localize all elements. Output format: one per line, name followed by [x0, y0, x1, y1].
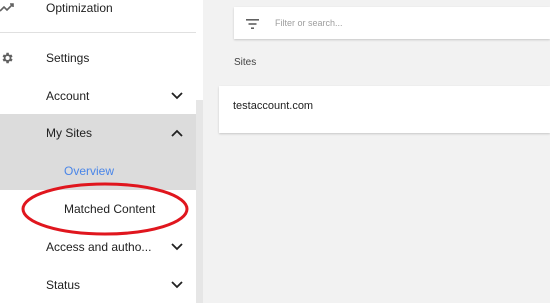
- sidebar-item-account[interactable]: Account: [0, 86, 196, 106]
- sidebar-item-label: My Sites: [46, 126, 93, 140]
- sidebar-item-my-sites[interactable]: My Sites: [0, 114, 196, 152]
- main-content: Sites testaccount.com: [203, 0, 550, 303]
- sidebar-item-label: Status: [46, 278, 81, 292]
- site-name: testaccount.com: [233, 100, 314, 112]
- gear-icon: [0, 51, 14, 65]
- sidebar-item-label: Optimization: [46, 1, 113, 15]
- sidebar-divider: [0, 32, 196, 33]
- chevron-down-icon: [170, 89, 184, 103]
- sidebar-item-label: Settings: [46, 51, 90, 65]
- sidebar-item-status[interactable]: Status: [0, 275, 196, 295]
- chevron-up-icon: [170, 126, 184, 140]
- chevron-down-icon: [170, 240, 184, 254]
- search-input[interactable]: [275, 14, 535, 32]
- sidebar-item-label: Account: [46, 89, 90, 103]
- sidebar-item-label: Access and autho...: [46, 240, 152, 254]
- search-bar: [234, 7, 550, 39]
- highlight-circle-annotation: [21, 182, 189, 236]
- sidebar-item-label: Overview: [64, 164, 115, 178]
- section-title: Sites: [234, 57, 257, 68]
- sidebar-item-optimization[interactable]: Optimization: [0, 0, 196, 16]
- site-card[interactable]: testaccount.com: [219, 86, 550, 133]
- sidebar-item-settings[interactable]: Settings: [0, 48, 196, 68]
- trending-icon: [0, 2, 14, 12]
- sidebar: Optimization Settings Account My Sites O…: [0, 0, 203, 303]
- sidebar-item-access-and-authorization[interactable]: Access and autho...: [0, 237, 196, 257]
- sidebar-scrollbar[interactable]: [196, 100, 203, 303]
- filter-icon[interactable]: [246, 16, 259, 34]
- chevron-down-icon: [170, 278, 184, 292]
